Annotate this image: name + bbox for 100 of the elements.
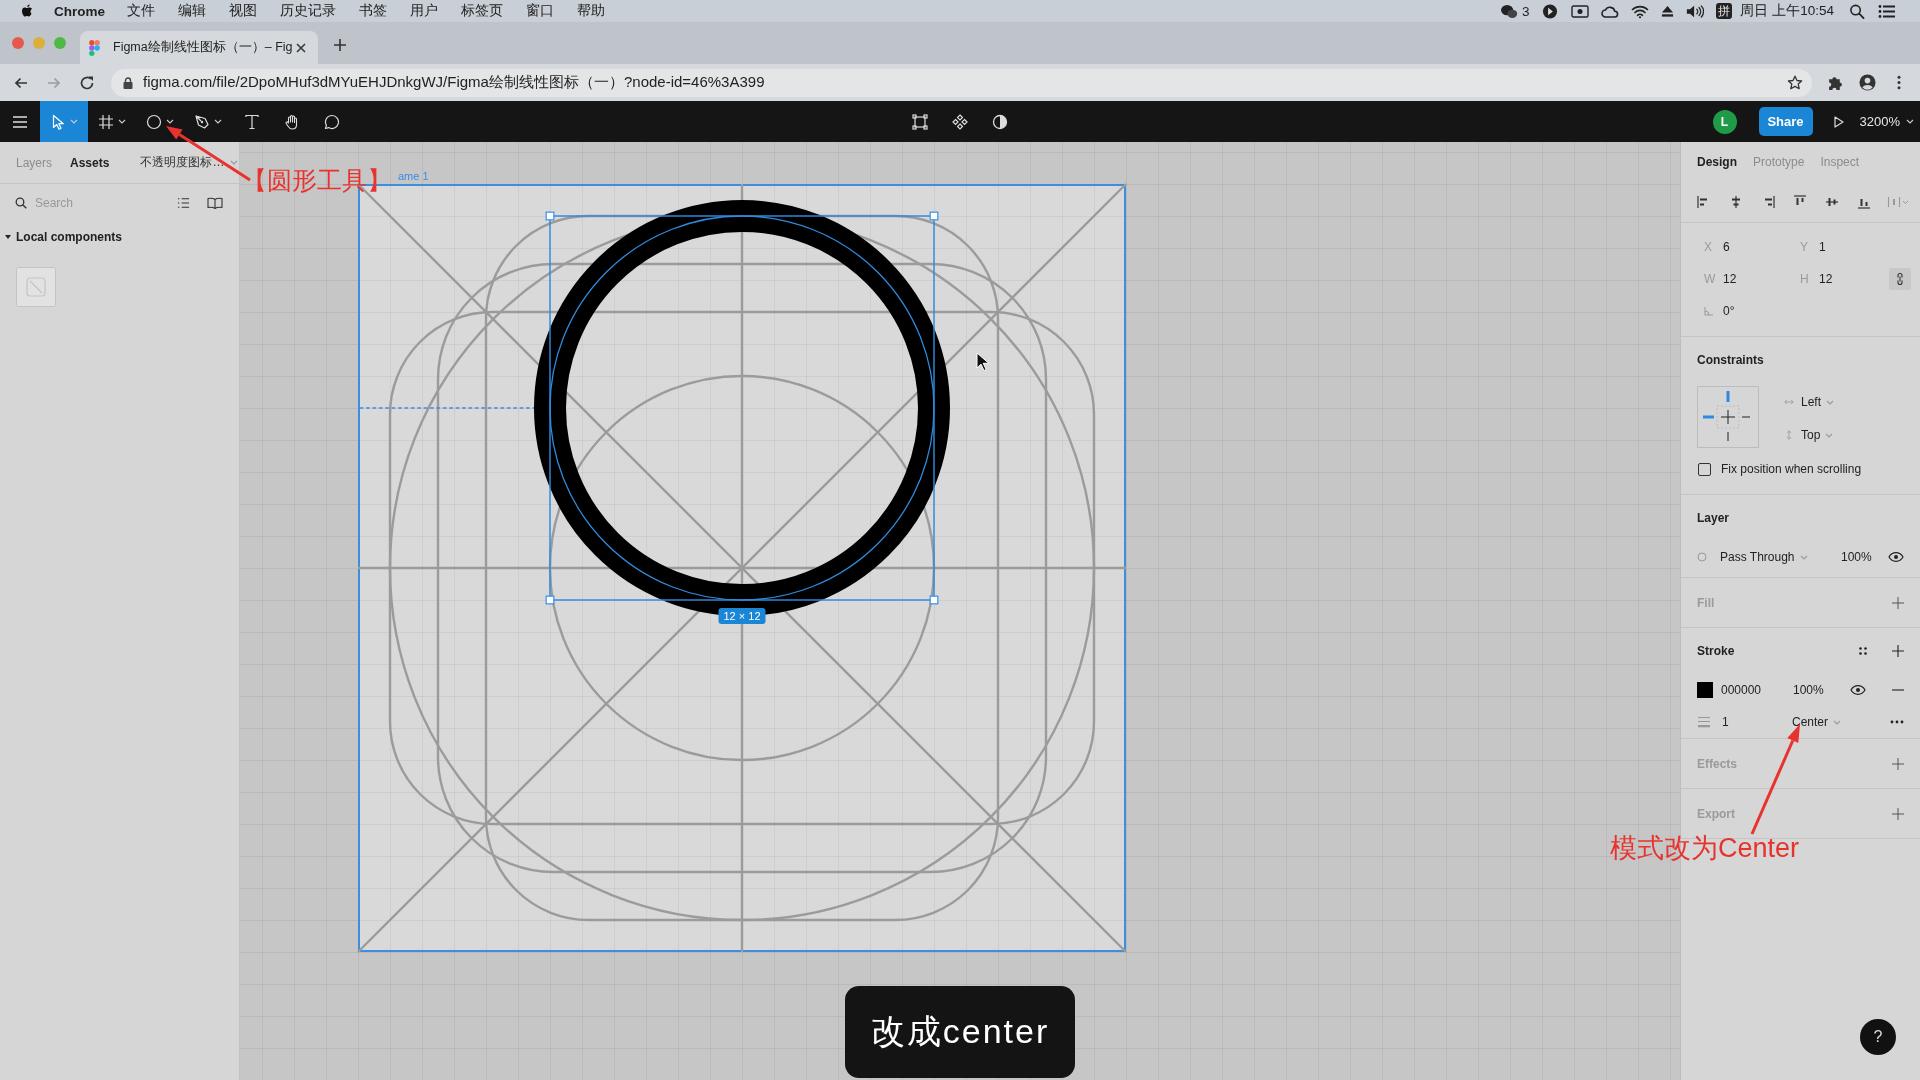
tab-title: Figma绘制线性图标（一）– Fig <box>113 39 293 56</box>
disc-icon[interactable] <box>1541 3 1560 19</box>
more-menu-icon[interactable] <box>1897 75 1901 90</box>
horizontal-arrows-icon <box>1784 397 1794 407</box>
section-title[interactable]: Local components <box>16 230 122 244</box>
play-icon[interactable] <box>1833 115 1844 128</box>
opacity-field[interactable]: 100% <box>1841 550 1872 564</box>
share-button[interactable]: Share <box>1758 107 1813 136</box>
section-title: Constraints <box>1697 353 1764 367</box>
vertical-arrows-icon <box>1784 430 1794 440</box>
user-avatar[interactable]: L <box>1712 109 1737 134</box>
caret-icon <box>230 160 239 165</box>
menu-item[interactable]: 帮助 <box>577 2 605 20</box>
link-icon[interactable] <box>1889 268 1911 290</box>
field-label: H <box>1800 272 1808 286</box>
menu-item[interactable]: 窗口 <box>526 2 554 20</box>
resize-handle[interactable] <box>929 595 939 605</box>
hand-icon <box>284 113 300 130</box>
value-field[interactable]: 6 <box>1723 240 1730 254</box>
apple-icon[interactable] <box>20 3 34 19</box>
angle-icon <box>1704 306 1714 316</box>
value-field[interactable]: 12 <box>1723 272 1737 286</box>
notification-count: 3 <box>1521 3 1530 19</box>
star-icon[interactable] <box>1787 74 1803 91</box>
plus-icon[interactable] <box>333 38 347 52</box>
caret-icon <box>214 119 222 124</box>
crop-frame-icon[interactable] <box>912 113 928 130</box>
eye-icon[interactable] <box>1888 552 1904 562</box>
close-icon[interactable] <box>296 42 306 53</box>
annotation-text: 模式改为Center <box>1610 832 1800 864</box>
menu-icon[interactable] <box>12 113 28 130</box>
caret-icon <box>166 119 174 124</box>
style-grid-icon[interactable] <box>1859 647 1867 655</box>
page-dropdown[interactable]: 不透明度图标… <box>140 154 239 171</box>
vertical-constraint-dropdown[interactable]: Top <box>1801 427 1834 443</box>
frame-icon <box>98 113 114 130</box>
menu-item[interactable]: 文件 <box>127 2 155 20</box>
blend-mode-icon <box>1697 552 1707 562</box>
resize-handle[interactable] <box>545 595 555 605</box>
help-button[interactable]: ? <box>1860 1019 1896 1055</box>
component-thumbnail[interactable] <box>16 267 56 307</box>
input-method-indicator[interactable]: 拼 <box>1716 3 1733 19</box>
menu-app-name[interactable]: Chrome <box>54 3 105 19</box>
field-label: Y <box>1800 240 1808 254</box>
color-hex-field[interactable]: 000000 <box>1721 683 1793 697</box>
wifi-icon[interactable] <box>1631 3 1650 19</box>
plus-icon[interactable] <box>1892 757 1904 770</box>
video-camera-icon[interactable] <box>1571 3 1590 19</box>
menu-item[interactable]: 视图 <box>229 2 257 20</box>
checkbox[interactable] <box>1698 462 1711 476</box>
menu-item[interactable]: 编辑 <box>178 2 206 20</box>
menu-item[interactable]: 用户 <box>410 2 438 20</box>
contrast-icon[interactable] <box>992 113 1008 130</box>
stroke-weight-field[interactable]: 1 <box>1722 715 1792 729</box>
menu-item[interactable]: 标签页 <box>461 2 503 20</box>
menu-bar-clock[interactable]: 周日 上午10:54 <box>1740 2 1834 20</box>
value-field[interactable]: 0° <box>1723 304 1735 318</box>
more-icon[interactable] <box>1890 720 1904 724</box>
plus-icon[interactable] <box>1892 645 1904 657</box>
book-icon[interactable] <box>207 197 223 209</box>
component-icon[interactable] <box>952 113 968 130</box>
value-field[interactable]: 12 <box>1819 272 1833 286</box>
zoom-dropdown[interactable]: 3200% <box>1859 114 1914 129</box>
caret-icon <box>1833 719 1842 725</box>
menu-item[interactable]: 书签 <box>359 2 387 20</box>
horizontal-constraint-dropdown[interactable]: Left <box>1801 394 1834 410</box>
align-middle-icon[interactable] <box>1825 195 1839 209</box>
reload-icon[interactable] <box>79 74 95 91</box>
checkbox-label[interactable]: Fix position when scrolling <box>1721 462 1862 476</box>
chat-bubbles-icon[interactable] <box>1499 3 1518 19</box>
align-center-icon[interactable] <box>1729 195 1743 209</box>
blend-mode-dropdown[interactable]: Pass Through <box>1720 549 1830 565</box>
expand-triangle-icon[interactable] <box>5 234 11 240</box>
plus-icon[interactable] <box>1892 807 1904 820</box>
list-icon[interactable] <box>1878 3 1896 19</box>
search-icon[interactable] <box>1848 3 1866 19</box>
size-badge: 12 × 12 <box>718 608 766 624</box>
caret-icon <box>1826 399 1834 405</box>
search-field[interactable]: Search <box>35 196 163 210</box>
constraints-widget[interactable] <box>1697 386 1759 448</box>
section-title: Stroke <box>1697 644 1735 658</box>
resize-handle[interactable] <box>545 211 555 221</box>
color-swatch-icon[interactable] <box>1697 682 1713 698</box>
value-field[interactable]: 1 <box>1819 240 1826 254</box>
opacity-field[interactable]: 100% <box>1793 683 1824 697</box>
menu-item[interactable]: 历史记录 <box>280 2 336 20</box>
profile-icon[interactable] <box>1859 74 1876 91</box>
plus-icon[interactable] <box>1892 596 1904 609</box>
eye-icon[interactable] <box>1850 685 1866 695</box>
volume-icon[interactable] <box>1686 3 1705 19</box>
pen-icon <box>194 113 210 130</box>
panel-tab[interactable]: Assets <box>70 155 110 170</box>
lock-icon[interactable] <box>123 76 133 89</box>
address-field[interactable]: figma.com/file/2DpoMHuf3dMYuEHJDnkgWJ/Figma绘制线性图标（一）?node-id=46%3A399 <box>111 68 1812 97</box>
browser-tab[interactable]: Figma绘制线性图标（一）– Fig <box>80 31 318 64</box>
resize-handle[interactable] <box>929 211 939 221</box>
puzzle-icon[interactable] <box>1827 74 1844 91</box>
panel-tab[interactable]: Design <box>1697 155 1737 169</box>
list-view-icon[interactable] <box>177 197 190 209</box>
eject-icon[interactable] <box>1661 4 1675 18</box>
